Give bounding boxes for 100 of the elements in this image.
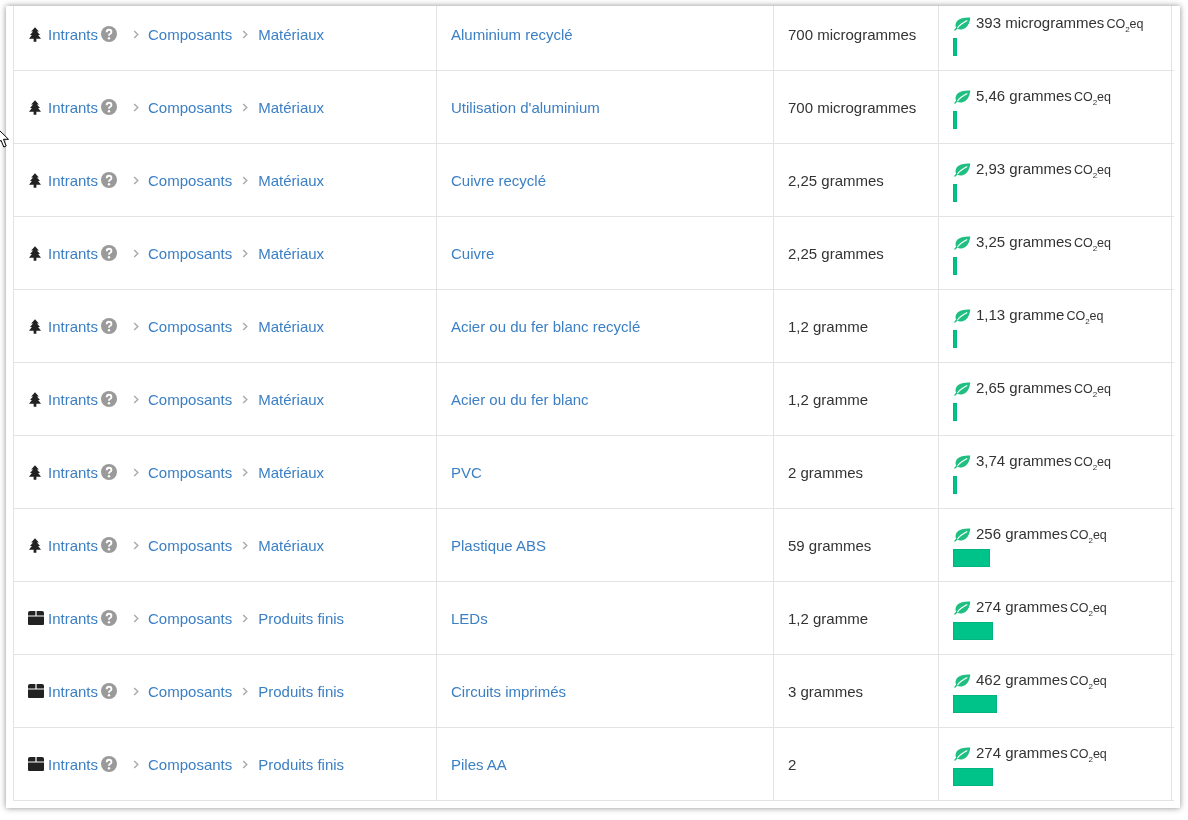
item-name-link[interactable]: Cuivre recyclé: [451, 171, 547, 189]
quantity-text: 3 grammes: [788, 682, 864, 700]
impact-unit: CO$_{2}$eq: [1106, 17, 1144, 34]
breadcrumb-link[interactable]: Intrants: [48, 755, 99, 773]
breadcrumb-link[interactable]: Matériaux: [258, 25, 325, 43]
breadcrumb-link[interactable]: Intrants: [48, 244, 99, 262]
chevron-icon: [133, 175, 140, 185]
quantity-text: 700 microgrammes: [788, 25, 917, 43]
breadcrumb-link[interactable]: Matériaux: [258, 317, 325, 335]
quantity-text: 1,2 gramme: [788, 609, 869, 627]
help-icon[interactable]: [101, 391, 118, 407]
help-icon[interactable]: [101, 464, 118, 480]
impact-unit: CO$_{2}$eq: [1066, 309, 1104, 326]
impact-unit: CO$_{2}$eq: [1073, 236, 1111, 253]
breadcrumb-link[interactable]: Composants: [148, 244, 233, 262]
item-name-link[interactable]: PVC: [451, 463, 482, 481]
impact-value: 274 grammes: [976, 744, 1068, 761]
impact-value: 2,65 grammes: [976, 379, 1072, 396]
help-icon[interactable]: [101, 99, 118, 115]
chevron-icon: [242, 540, 249, 550]
item-name-link[interactable]: Acier ou du fer blanc recyclé: [451, 317, 641, 335]
breadcrumb-link[interactable]: Intrants: [48, 682, 99, 700]
chevron-icon: [133, 321, 140, 331]
quantity-text: 700 microgrammes: [788, 98, 917, 116]
tree-icon: [29, 318, 41, 334]
breadcrumb-link[interactable]: Matériaux: [258, 98, 325, 116]
breadcrumb-link[interactable]: Produits finis: [258, 755, 345, 773]
quantity-text: 1,2 gramme: [788, 390, 869, 408]
item-name-link[interactable]: Piles AA: [451, 755, 507, 773]
breadcrumb-link[interactable]: Produits finis: [258, 609, 345, 627]
breadcrumb-link[interactable]: Intrants: [48, 463, 99, 481]
tree-icon: [29, 464, 41, 480]
item-name-link[interactable]: Utilisation d'aluminium: [451, 98, 600, 116]
quantity-text: 2 grammes: [788, 463, 864, 481]
help-icon[interactable]: [101, 537, 118, 553]
impact-unit: CO$_{2}$eq: [1069, 747, 1107, 764]
item-name-link[interactable]: Plastique ABS: [451, 536, 547, 554]
breadcrumb-link[interactable]: Matériaux: [258, 390, 325, 408]
impact-value: 462 grammes: [976, 671, 1068, 688]
breadcrumb-link[interactable]: Intrants: [48, 536, 99, 554]
breadcrumb-link[interactable]: Composants: [148, 25, 233, 43]
impact-unit: CO$_{2}$eq: [1069, 601, 1107, 618]
item-name-link[interactable]: LEDs: [451, 609, 488, 627]
impact-unit: CO$_{2}$eq: [1073, 455, 1111, 472]
tree-icon: [29, 172, 41, 188]
chevron-icon: [242, 394, 249, 404]
breadcrumb-link[interactable]: Produits finis: [258, 682, 345, 700]
breadcrumb-link[interactable]: Intrants: [48, 171, 99, 189]
breadcrumb-link[interactable]: Matériaux: [258, 463, 325, 481]
help-icon[interactable]: [101, 683, 118, 699]
quantity-text: 59 grammes: [788, 536, 872, 554]
tree-icon: [29, 99, 41, 115]
box-icon: [28, 684, 44, 698]
chevron-icon: [242, 686, 249, 696]
help-icon[interactable]: [101, 245, 118, 261]
breadcrumb-link[interactable]: Composants: [148, 463, 233, 481]
box-icon: [28, 757, 44, 771]
breadcrumb-link[interactable]: Intrants: [48, 609, 99, 627]
impact-value: 393 microgrammes: [976, 14, 1105, 31]
tree-icon: [29, 26, 41, 42]
help-icon[interactable]: [101, 172, 118, 188]
breadcrumb-link[interactable]: Composants: [148, 317, 233, 335]
breadcrumb-link[interactable]: Intrants: [48, 98, 99, 116]
breadcrumb-link[interactable]: Composants: [148, 609, 233, 627]
chevron-icon: [242, 175, 249, 185]
impact-value: 274 grammes: [976, 598, 1068, 615]
chevron-icon: [242, 321, 249, 331]
breadcrumb-link[interactable]: Composants: [148, 682, 233, 700]
leaf-icon: [953, 382, 971, 396]
help-icon[interactable]: [101, 26, 118, 42]
breadcrumb-link[interactable]: Intrants: [48, 25, 99, 43]
breadcrumb-link[interactable]: Matériaux: [258, 171, 325, 189]
help-icon[interactable]: [101, 610, 118, 626]
item-name-link[interactable]: Circuits imprimés: [451, 682, 566, 700]
item-name-link[interactable]: Cuivre: [451, 244, 495, 262]
chevron-icon: [133, 759, 140, 769]
breadcrumb-link[interactable]: Matériaux: [258, 244, 325, 262]
breadcrumb-link[interactable]: Intrants: [48, 390, 99, 408]
breadcrumb-link[interactable]: Composants: [148, 171, 233, 189]
impact-unit: CO$_{2}$eq: [1069, 528, 1107, 545]
chevron-icon: [133, 248, 140, 258]
help-icon[interactable]: [101, 756, 118, 772]
breadcrumb-link[interactable]: Composants: [148, 755, 233, 773]
breadcrumb-link[interactable]: Composants: [148, 98, 233, 116]
chevron-icon: [133, 29, 140, 39]
breadcrumb-link[interactable]: Composants: [148, 390, 233, 408]
leaf-icon: [953, 309, 971, 323]
leaf-icon: [953, 747, 971, 761]
item-name-link[interactable]: Aluminium recyclé: [451, 25, 573, 43]
quantity-text: 1,2 gramme: [788, 317, 869, 335]
impact-value: 2,93 grammes: [976, 160, 1072, 177]
tree-icon: [29, 537, 41, 553]
breadcrumb-link[interactable]: Matériaux: [258, 536, 325, 554]
breadcrumb-link[interactable]: Composants: [148, 536, 233, 554]
tree-icon: [29, 245, 41, 261]
chevron-icon: [242, 759, 249, 769]
item-name-link[interactable]: Acier ou du fer blanc: [451, 390, 589, 408]
help-icon[interactable]: [101, 318, 118, 334]
breadcrumb-link[interactable]: Intrants: [48, 317, 99, 335]
chevron-icon: [133, 540, 140, 550]
